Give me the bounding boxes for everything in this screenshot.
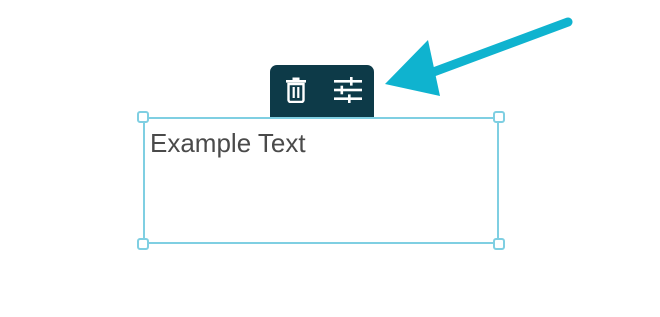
pointer-arrow <box>385 17 573 96</box>
editor-canvas: Example Text <box>0 0 660 317</box>
